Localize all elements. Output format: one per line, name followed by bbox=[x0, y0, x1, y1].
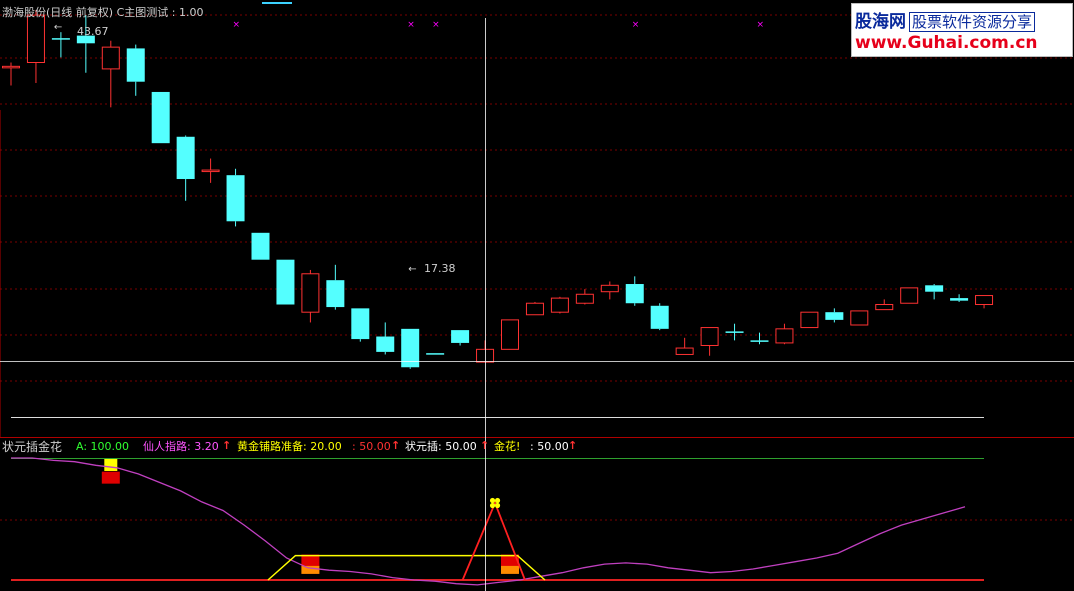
jinhua-flower-icon bbox=[489, 497, 496, 504]
logo-brand: 股海网 bbox=[855, 12, 906, 32]
indicator-huangjin-value2: : 50.00 bbox=[352, 440, 391, 453]
candle-body bbox=[426, 353, 445, 355]
indicator-name: 状元插金花 bbox=[2, 440, 63, 454]
signal-x-mark: × bbox=[432, 20, 440, 30]
candle-body bbox=[176, 136, 195, 180]
low-price-label: 17.38 bbox=[424, 262, 456, 275]
red-block bbox=[301, 554, 320, 567]
candle-body bbox=[625, 284, 644, 304]
indicator-a-value: A: 100.00 bbox=[76, 440, 130, 453]
logo-url: www.Guhai.com.cn bbox=[855, 33, 1038, 53]
stock-chart[interactable]: ←← × × × × × 43.67 17.38 bbox=[0, 0, 1074, 591]
candle-body bbox=[550, 297, 569, 313]
candle-body bbox=[575, 293, 594, 304]
candle-body bbox=[326, 280, 345, 308]
candle-body bbox=[451, 330, 470, 343]
candle-body bbox=[501, 319, 519, 350]
signal-x-mark: × bbox=[233, 20, 241, 30]
candle-body bbox=[376, 336, 395, 352]
red-block bbox=[101, 471, 120, 484]
candle-body bbox=[800, 311, 819, 329]
indicator-jinhua-label: 金花! bbox=[494, 440, 521, 453]
up-arrow-icon: ↑ bbox=[391, 439, 401, 452]
logo-slogan: 股票软件资源分享 bbox=[909, 12, 1036, 32]
candle-body bbox=[975, 295, 994, 306]
indicator-zhuangyuan-value: 状元插: 50.00 bbox=[405, 440, 477, 453]
up-arrow-icon: ↑ bbox=[568, 439, 578, 452]
high-price-arrow: ← bbox=[54, 22, 62, 33]
jinhua-flower-icon bbox=[494, 502, 501, 509]
jinhua-flower-icon bbox=[489, 502, 496, 509]
yellow-block bbox=[104, 459, 118, 471]
indicator-panel bbox=[11, 457, 966, 586]
candle-body bbox=[525, 302, 544, 316]
low-price-arrow: ← bbox=[408, 264, 416, 275]
up-arrow-icon: ↑ bbox=[222, 439, 232, 452]
orange-block bbox=[501, 565, 519, 574]
signal-marks: × × × × × bbox=[233, 20, 764, 30]
signal-x-mark: × bbox=[407, 20, 415, 30]
candle-body bbox=[850, 310, 869, 326]
candle-body bbox=[276, 259, 295, 305]
candle-body bbox=[301, 273, 320, 313]
candle-body bbox=[2, 65, 20, 69]
candle-body bbox=[26, 14, 45, 63]
signal-x-mark: × bbox=[757, 20, 765, 30]
candle-body bbox=[650, 305, 669, 329]
candle-body bbox=[201, 169, 220, 173]
candle-body bbox=[700, 327, 719, 346]
candle-body bbox=[750, 340, 769, 342]
indicator-huangjin-value: 黄金铺路准备: 20.00 bbox=[237, 440, 342, 453]
candle-body bbox=[825, 312, 844, 320]
up-arrow-icon: ↑ bbox=[480, 439, 490, 452]
guhai-logo[interactable]: 股海网 股票软件资源分享 www.Guhai.com.cn bbox=[851, 3, 1073, 57]
candle-body bbox=[925, 285, 944, 292]
candle-body bbox=[351, 308, 370, 340]
candle-body bbox=[101, 46, 120, 70]
candle-body bbox=[600, 284, 619, 293]
candle-body bbox=[251, 232, 270, 260]
candle-body bbox=[675, 347, 694, 355]
candle-body bbox=[775, 328, 794, 344]
indicator-jinhua-value: : 50.00 bbox=[530, 440, 569, 453]
main-chart-title: 渤海股份(日线 前复权) C主图测试 : 1.00 bbox=[2, 6, 204, 19]
candle-body bbox=[151, 91, 170, 144]
jinhua-flower-icon bbox=[494, 497, 501, 504]
candle-body bbox=[476, 348, 495, 363]
orange-block bbox=[301, 565, 320, 574]
candle-body bbox=[226, 175, 245, 222]
candle-body bbox=[51, 38, 70, 40]
signal-x-mark: × bbox=[632, 20, 640, 30]
candle-body bbox=[725, 331, 744, 333]
candlestick-series: ←← bbox=[2, 10, 994, 369]
candle-body bbox=[900, 287, 919, 304]
candle-body bbox=[875, 304, 894, 311]
candle-body bbox=[950, 298, 969, 301]
high-price-label: 43.67 bbox=[77, 25, 109, 38]
candle-body bbox=[126, 48, 145, 82]
indicator-xianren-value: 仙人指路: 3.20 bbox=[143, 440, 219, 453]
